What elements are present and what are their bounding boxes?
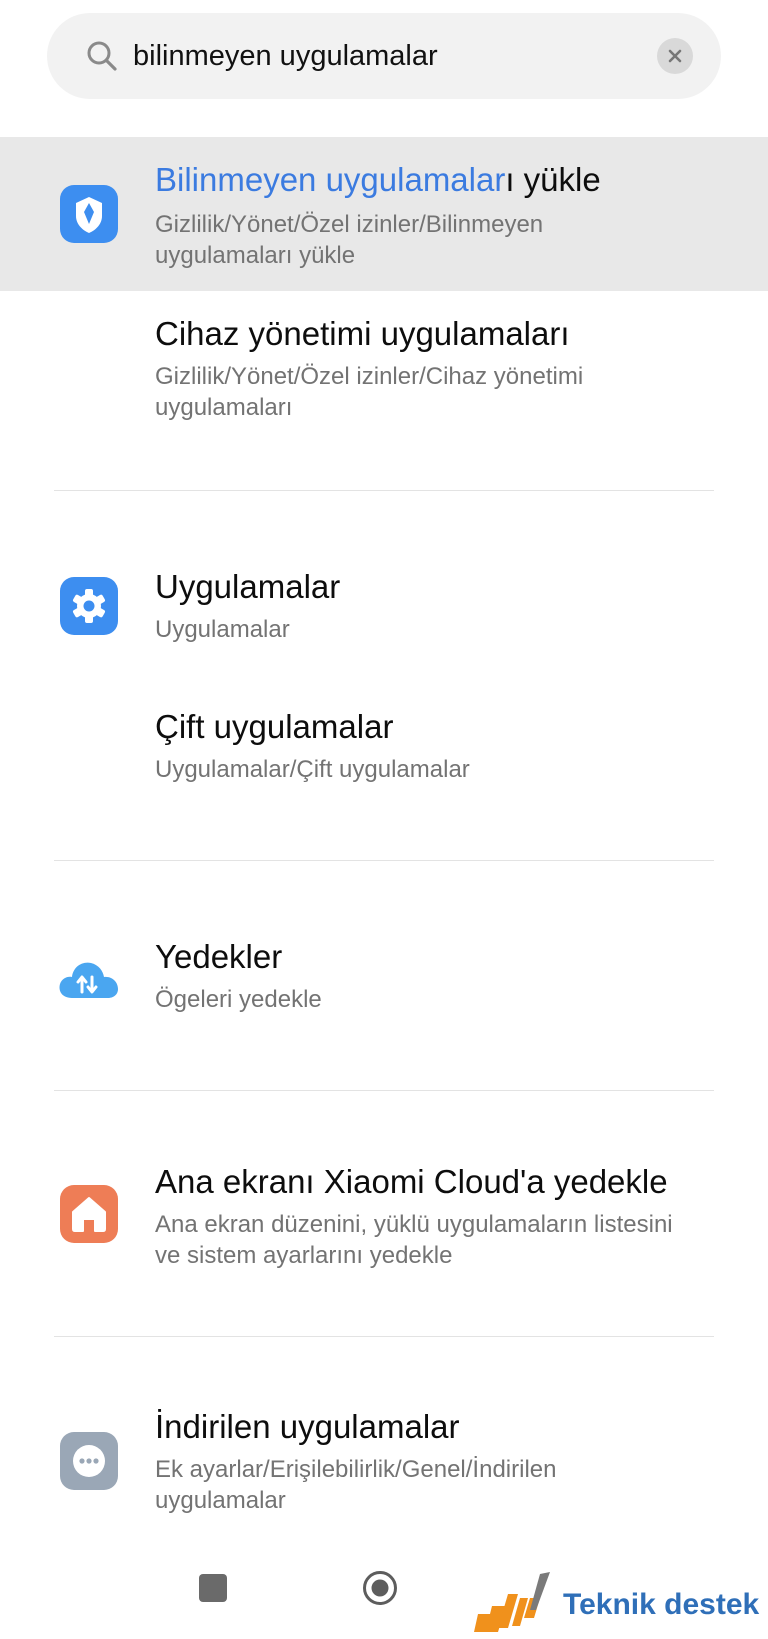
search-bar[interactable]: [47, 13, 721, 99]
close-icon: [668, 49, 682, 63]
more-dots-icon: [60, 1432, 118, 1490]
result-subtitle: Uygulamalar: [155, 616, 290, 643]
circle-icon: [363, 1571, 397, 1605]
search-input[interactable]: [133, 31, 653, 81]
divider: [54, 1336, 714, 1337]
watermark: Teknik destek: [470, 1570, 766, 1634]
result-subtitle: Gizlilik/Yönet/Özel izinler/Bilinmeyen u…: [155, 211, 544, 269]
result-title: Yedekler: [155, 938, 283, 975]
shield-icon: [60, 185, 118, 243]
recents-button[interactable]: [199, 1574, 227, 1602]
cloud-sync-icon: [59, 950, 118, 1008]
result-subtitle: Uygulamalar/Çift uygulamalar: [155, 756, 470, 783]
home-icon: [60, 1185, 118, 1243]
clear-search-button[interactable]: [657, 38, 693, 74]
result-subtitle: Ana ekran düzenini, yüklü uygulamaların …: [155, 1211, 673, 1269]
result-backups[interactable]: Yedekler Ögeleri yedekle: [0, 930, 768, 1020]
result-subtitle: Ek ayarlar/Erişilebilirlik/Genel/İndiril…: [155, 1456, 557, 1514]
home-button[interactable]: [362, 1570, 398, 1606]
result-title: İndirilen uygulamalar: [155, 1408, 460, 1445]
gear-icon: [60, 577, 118, 635]
result-title: Bilinmeyen uygulamaları yükle: [155, 161, 601, 198]
divider: [54, 860, 714, 861]
watermark-text: Teknik destek: [563, 1588, 760, 1621]
result-subtitle: Ögeleri yedekle: [155, 986, 322, 1013]
result-apps[interactable]: Uygulamalar Uygulamalar: [0, 560, 768, 650]
result-backup-home-screen[interactable]: Ana ekranı Xiaomi Cloud'a yedekle Ana ek…: [0, 1155, 768, 1285]
divider: [54, 1090, 714, 1091]
result-downloaded-apps[interactable]: İndirilen uygulamalar Ek ayarlar/Erişile…: [0, 1400, 768, 1530]
divider: [54, 490, 714, 491]
result-install-unknown-apps[interactable]: Bilinmeyen uygulamaları yükle Gizlilik/Y…: [0, 137, 768, 291]
dji-logo: [474, 1572, 550, 1632]
search-icon: [85, 39, 119, 73]
result-title: Uygulamalar: [155, 568, 341, 605]
navigation-bar: Teknik destek: [0, 1560, 768, 1639]
result-device-admin-apps[interactable]: Cihaz yönetimi uygulamaları Gizlilik/Yön…: [0, 291, 768, 421]
result-title: Çift uygulamalar: [155, 708, 394, 745]
result-dual-apps[interactable]: Çift uygulamalar Uygulamalar/Çift uygula…: [0, 700, 768, 790]
result-title: Ana ekranı Xiaomi Cloud'a yedekle: [155, 1163, 668, 1200]
result-subtitle: Gizlilik/Yönet/Özel izinler/Cihaz yöneti…: [155, 363, 584, 421]
result-title: Cihaz yönetimi uygulamaları: [155, 315, 570, 352]
